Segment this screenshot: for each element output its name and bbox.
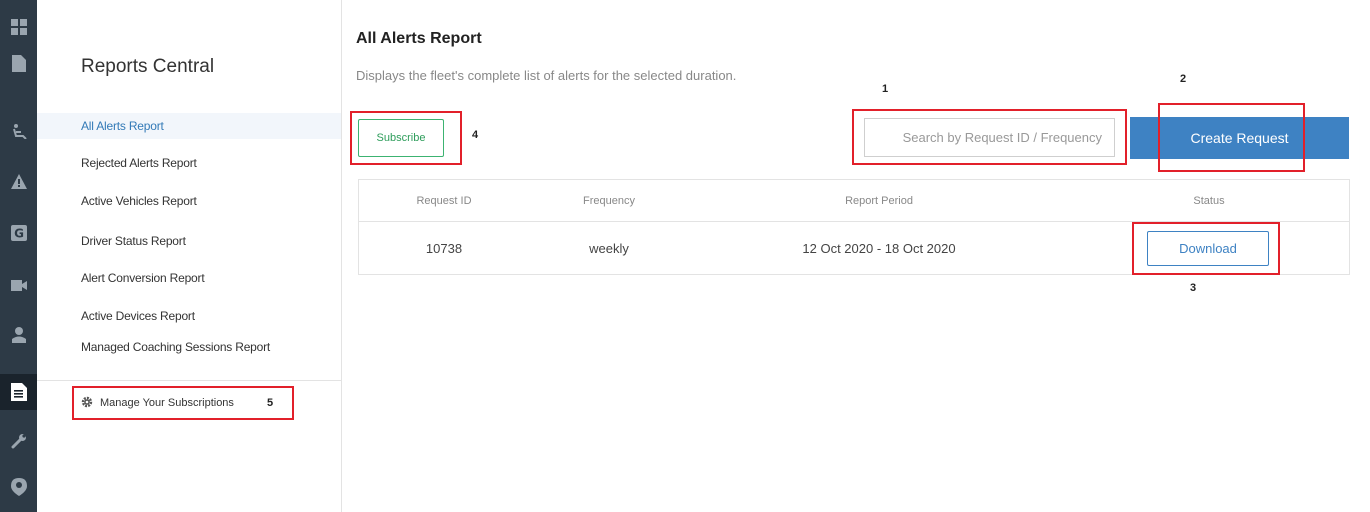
nav-item-active-vehicles[interactable]: Active Vehicles Report	[37, 188, 341, 214]
cell-report-period: 12 Oct 2020 - 18 Oct 2020	[802, 240, 956, 256]
annotation-marker-2: 2	[1180, 73, 1187, 85]
nav-item-all-alerts[interactable]: All Alerts Report	[37, 113, 341, 139]
wrench-icon[interactable]	[0, 426, 37, 456]
column-header-frequency: Frequency	[583, 194, 635, 207]
app: G Reports Central All Alerts Report Reje…	[0, 0, 1370, 512]
nav-divider	[37, 380, 341, 381]
reports-icon[interactable]	[0, 374, 37, 410]
manage-subscriptions-label: Manage Your Subscriptions	[100, 397, 234, 409]
gear-icon	[81, 396, 93, 411]
column-header-report-period: Report Period	[845, 194, 913, 207]
person-icon[interactable]	[0, 320, 37, 350]
nav-item-driver-status[interactable]: Driver Status Report	[37, 228, 341, 254]
column-header-request-id: Request ID	[416, 194, 472, 207]
create-request-highlight	[1158, 103, 1305, 172]
subscribe-button[interactable]: Subscribe	[358, 119, 444, 157]
annotation-marker-5: 5	[267, 397, 274, 409]
annotation-marker-4: 4	[472, 129, 479, 141]
document-icon[interactable]	[0, 48, 37, 78]
nav-title: Reports Central	[81, 56, 215, 77]
search-input[interactable]	[864, 118, 1115, 157]
svg-text:G: G	[14, 227, 24, 241]
annotation-marker-1: 1	[882, 83, 889, 95]
video-icon[interactable]	[0, 270, 37, 300]
cell-request-id: 10738	[425, 240, 463, 256]
download-button[interactable]: Download	[1147, 231, 1269, 266]
reports-nav: Reports Central All Alerts Report Reject…	[37, 0, 342, 512]
alert-icon[interactable]	[0, 166, 37, 196]
driver-seat-icon[interactable]	[0, 116, 37, 146]
cell-frequency: weekly	[589, 240, 629, 256]
dashboard-icon[interactable]	[0, 12, 37, 42]
nav-item-managed-coaching[interactable]: Managed Coaching Sessions Report	[37, 334, 341, 360]
nav-item-alert-conversion[interactable]: Alert Conversion Report	[37, 265, 341, 291]
g-sensor-icon[interactable]: G	[0, 218, 37, 248]
main-content: All Alerts Report Displays the fleet's c…	[342, 0, 1370, 512]
icon-rail: G	[0, 0, 37, 512]
page-title: All Alerts Report	[356, 30, 482, 47]
table-header: Request ID Frequency Report Period Statu…	[359, 180, 1349, 222]
column-header-status: Status	[1193, 194, 1225, 207]
nav-item-rejected-alerts[interactable]: Rejected Alerts Report	[37, 150, 341, 176]
manage-subscriptions-link[interactable]: Manage Your Subscriptions	[72, 386, 294, 420]
annotation-marker-3: 3	[1190, 282, 1197, 294]
location-shield-icon[interactable]	[0, 472, 37, 502]
nav-item-active-devices[interactable]: Active Devices Report	[37, 303, 341, 329]
page-subtitle: Displays the fleet's complete list of al…	[356, 68, 737, 83]
